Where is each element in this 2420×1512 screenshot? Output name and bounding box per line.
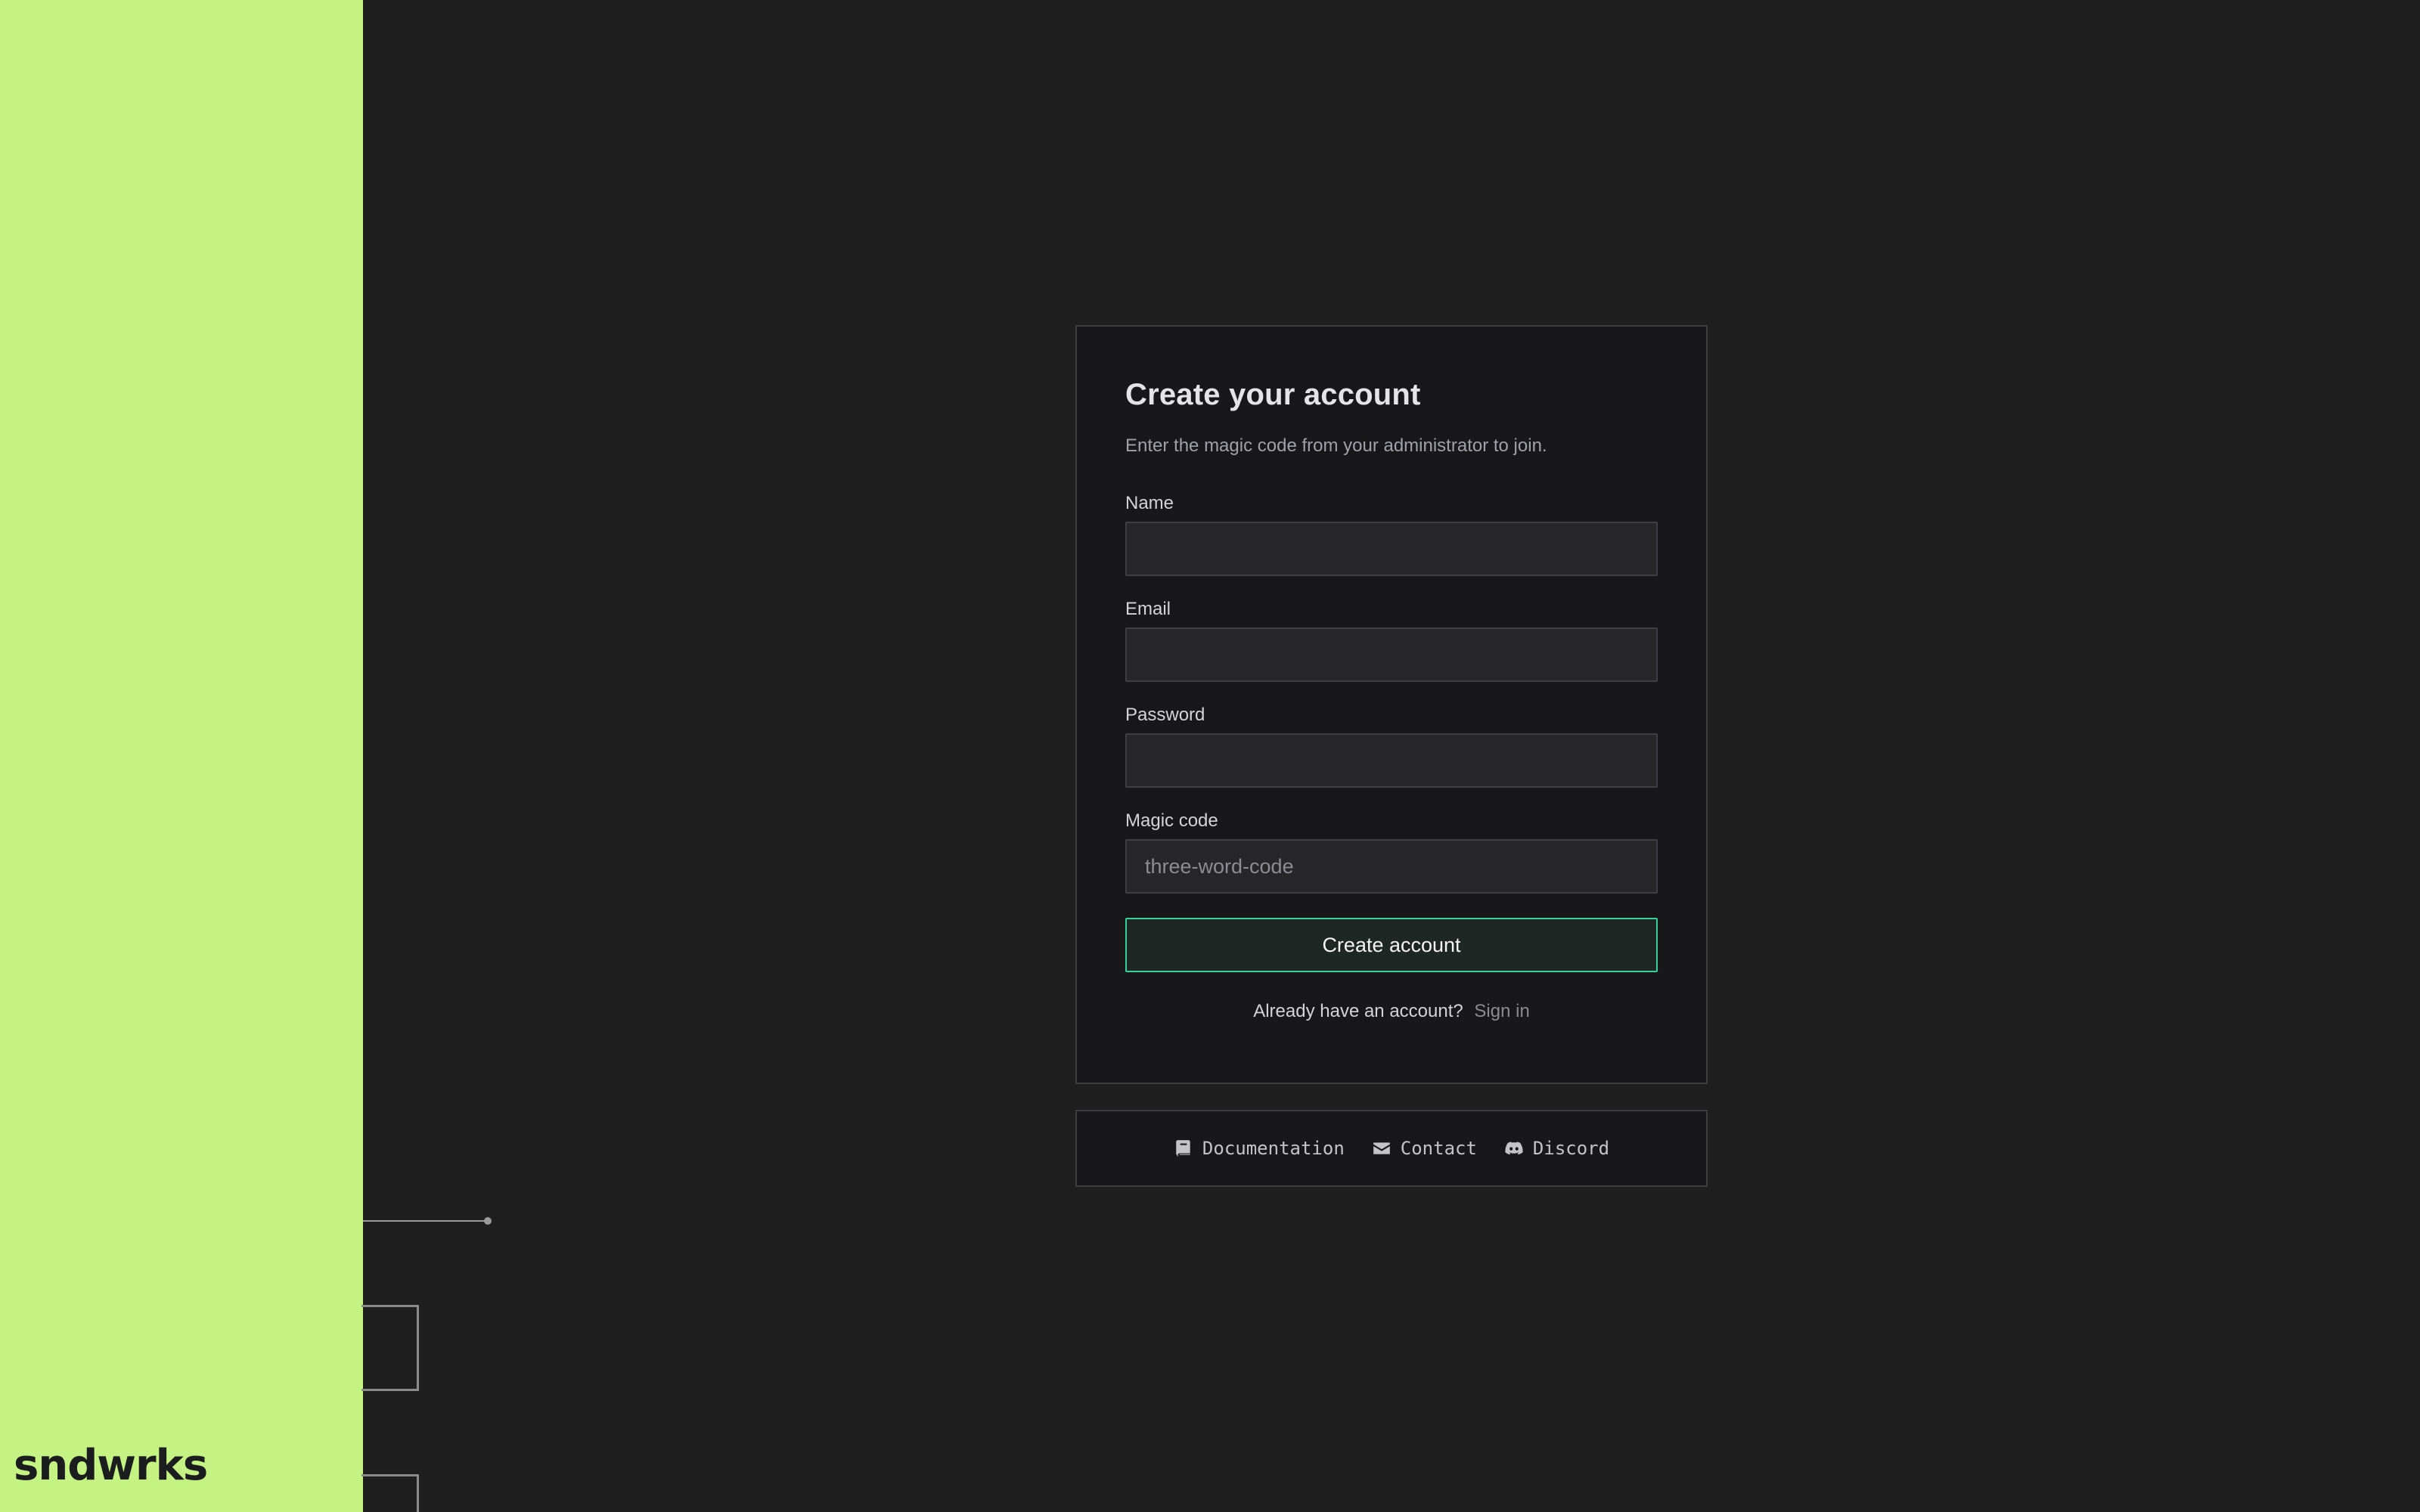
contact-link[interactable]: Contact [1372,1138,1477,1159]
discord-link[interactable]: Discord [1504,1138,1609,1159]
signin-row: Already have an account? Sign in [1125,999,1658,1024]
password-label: Password [1125,705,1205,725]
decorative-frame [361,1305,419,1391]
envelope-icon [1373,1142,1390,1154]
documentation-label: Documentation [1202,1138,1345,1159]
name-label: Name [1125,493,1174,513]
discord-label: Discord [1532,1138,1610,1159]
book-icon [1176,1140,1190,1157]
email-label: Email [1125,599,1171,619]
footer-links: Documentation Contact Discord [1075,1110,1708,1187]
email-input[interactable] [1125,627,1658,682]
page-title: Create your account [1125,378,1421,411]
magic-code-input[interactable] [1125,839,1658,894]
magic-code-label: Magic code [1125,810,1218,831]
contact-label: Contact [1400,1138,1477,1159]
decorative-line [363,1220,487,1222]
brand-panel: sndwrks [0,0,363,1512]
name-input[interactable] [1125,522,1658,576]
discord-icon [1505,1142,1523,1155]
decorative-frame [361,1474,419,1512]
brand-logo: sndwrks [14,1441,208,1490]
decorative-dot [484,1217,492,1225]
create-account-button[interactable]: Create account [1125,918,1658,972]
signin-prompt: Already have an account? [1253,1001,1463,1021]
signup-page: sndwrks Create your account Enter the ma… [0,0,2420,1512]
signup-card: Create your account Enter the magic code… [1075,325,1708,1084]
documentation-link[interactable]: Documentation [1174,1138,1345,1159]
page-subtitle: Enter the magic code from your administr… [1125,435,1547,456]
password-input[interactable] [1125,733,1658,788]
signin-link[interactable]: Sign in [1474,1001,1529,1021]
